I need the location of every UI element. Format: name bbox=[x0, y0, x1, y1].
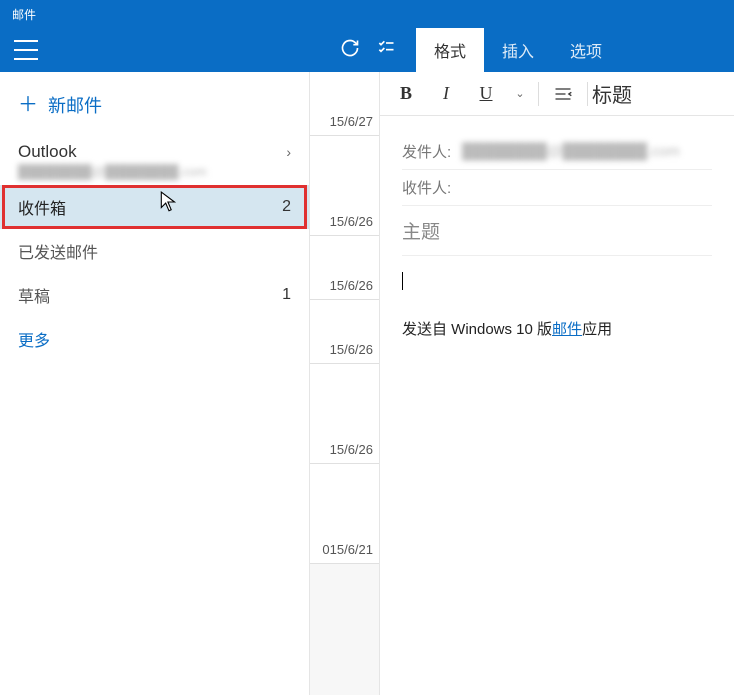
sync-icon[interactable] bbox=[340, 38, 360, 63]
cursor-icon bbox=[160, 191, 178, 218]
underline-button[interactable]: U bbox=[466, 76, 506, 112]
heading-button[interactable]: 标题 bbox=[592, 76, 632, 112]
account-name: Outlook bbox=[18, 142, 77, 162]
folder-count: 2 bbox=[282, 198, 291, 216]
chevron-right-icon: › bbox=[286, 144, 291, 160]
list-item[interactable]: 15/6/26 bbox=[310, 136, 379, 236]
list-item[interactable]: 15/6/27 bbox=[310, 72, 379, 136]
italic-button[interactable]: I bbox=[426, 76, 466, 112]
sidebar-header bbox=[0, 28, 310, 72]
to-field[interactable]: 收件人: bbox=[402, 170, 712, 206]
folder-label: 收件箱 bbox=[18, 195, 66, 219]
folder-more[interactable]: 更多 bbox=[0, 317, 309, 361]
compose-button[interactable]: ＋ 新邮件 bbox=[0, 72, 309, 128]
from-value: ████████@████████.com bbox=[462, 143, 680, 160]
bold-button[interactable]: B bbox=[386, 76, 426, 112]
tab-format[interactable]: 格式 bbox=[416, 28, 484, 72]
top-toolbar: 格式 插入 选项 bbox=[0, 28, 734, 72]
account-section[interactable]: Outlook › ████████@████████.com bbox=[0, 128, 309, 185]
subject-placeholder: 主题 bbox=[402, 217, 440, 244]
hamburger-icon[interactable] bbox=[14, 40, 38, 60]
folder-count: 1 bbox=[282, 286, 291, 304]
select-mode-icon[interactable] bbox=[376, 38, 396, 63]
plus-icon: ＋ bbox=[18, 95, 38, 115]
font-dropdown-icon[interactable]: ⌄ bbox=[506, 76, 534, 112]
to-label: 收件人: bbox=[402, 177, 462, 198]
list-item[interactable]: 15/6/26 bbox=[310, 364, 379, 464]
signature-line: 发送自 Windows 10 版邮件应用 bbox=[402, 318, 712, 339]
from-field: 发件人: ████████@████████.com bbox=[402, 134, 712, 170]
list-item[interactable]: 015/6/21 bbox=[310, 464, 379, 564]
separator bbox=[538, 82, 539, 106]
folder-label: 已发送邮件 bbox=[18, 239, 98, 263]
folder-inbox[interactable]: 收件箱 2 bbox=[0, 185, 309, 229]
sidebar: ＋ 新邮件 Outlook › ████████@████████.com 收件… bbox=[0, 72, 310, 695]
folder-label: 更多 bbox=[18, 327, 50, 351]
compose-pane: B I U ⌄ 标题 发件人: ████████@████████.com 收件… bbox=[380, 72, 734, 695]
tab-insert[interactable]: 插入 bbox=[484, 28, 552, 72]
app-name: 邮件 bbox=[12, 6, 36, 23]
folder-drafts[interactable]: 草稿 1 bbox=[0, 273, 309, 317]
compose-label: 新邮件 bbox=[48, 92, 102, 118]
compose-tabs: 格式 插入 选项 bbox=[416, 28, 734, 72]
compose-body[interactable]: 发送自 Windows 10 版邮件应用 bbox=[380, 256, 734, 355]
message-list: 15/6/27 15/6/26 15/6/26 15/6/26 15/6/26 … bbox=[310, 72, 380, 695]
mail-link[interactable]: 邮件 bbox=[552, 321, 582, 338]
list-item[interactable]: 15/6/26 bbox=[310, 300, 379, 364]
format-toolbar: B I U ⌄ 标题 bbox=[380, 72, 734, 116]
list-item[interactable]: 15/6/26 bbox=[310, 236, 379, 300]
message-list-toolbar bbox=[310, 28, 406, 72]
separator bbox=[587, 82, 588, 106]
indent-button[interactable] bbox=[543, 76, 583, 112]
from-label: 发件人: bbox=[402, 141, 462, 162]
title-bar: 邮件 bbox=[0, 0, 734, 28]
subject-field[interactable]: 主题 bbox=[402, 206, 712, 256]
text-caret bbox=[402, 272, 403, 290]
folder-sent[interactable]: 已发送邮件 bbox=[0, 229, 309, 273]
folder-label: 草稿 bbox=[18, 283, 50, 307]
tab-options[interactable]: 选项 bbox=[552, 28, 620, 72]
account-email: ████████@████████.com bbox=[18, 164, 291, 179]
